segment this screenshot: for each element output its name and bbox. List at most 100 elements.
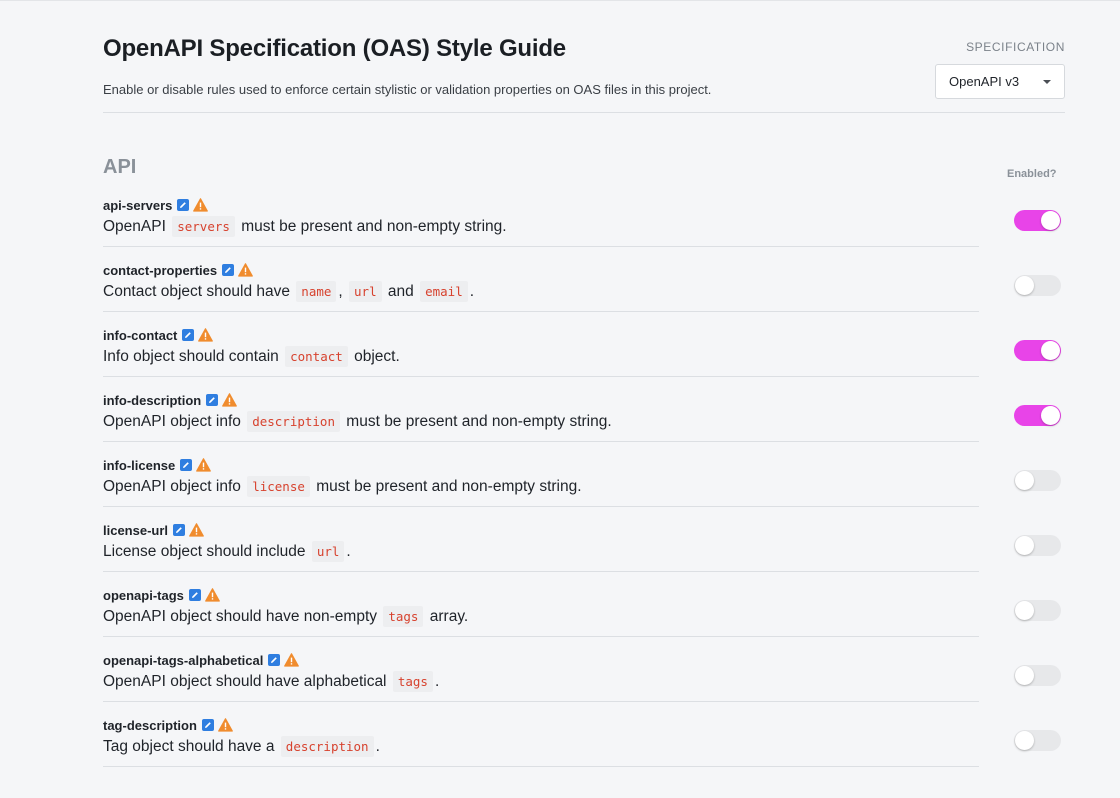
code-snippet: contact [285,346,348,367]
code-snippet: tags [383,606,424,627]
toggle-knob [1015,731,1034,750]
rule-description: OpenAPI object info description must be … [103,411,612,432]
enabled-toggle[interactable] [1014,535,1061,556]
enabled-toggle[interactable] [1014,470,1061,491]
page-header: OpenAPI Specification (OAS) Style Guide … [103,34,1065,113]
rule-row-license-url: license-url License object should include… [103,507,1065,572]
rule-name: info-contact [103,327,178,343]
rule-header: license-url [103,522,204,538]
warning-icon [205,588,220,602]
rule-description: Info object should contain contact objec… [103,346,400,367]
rule-row-openapi-tags-alphabetical: openapi-tags-alphabetical OpenAPI object … [103,637,1065,702]
enabled-toggle[interactable] [1014,275,1061,296]
style-guide-page: OpenAPI Specification (OAS) Style Guide … [0,0,1120,798]
rule-description: License object should include url. [103,541,351,562]
edit-icon[interactable] [182,329,195,341]
toggle-knob [1015,666,1034,685]
enabled-toggle[interactable] [1014,340,1061,361]
code-snippet: description [247,411,340,432]
toggle-knob [1015,276,1034,295]
rule-row-openapi-tags: openapi-tags OpenAPI object should have n… [103,572,1065,637]
rule-header: tag-description [103,717,233,733]
description-text: . [346,543,351,560]
enabled-toggle[interactable] [1014,405,1061,426]
rule-header: api-servers [103,197,209,213]
toggle-knob [1041,406,1060,425]
rule-header: openapi-tags-alphabetical [103,652,300,668]
rule-name: openapi-tags-alphabetical [103,652,264,668]
rule-header: info-license [103,457,212,473]
enabled-toggle[interactable] [1014,665,1061,686]
specification-select[interactable]: OpenAPI v3 [935,64,1065,99]
description-text: must be present and non-empty string. [241,218,507,235]
description-text: OpenAPI [103,218,166,235]
description-text: OpenAPI object info [103,413,241,430]
edit-icon[interactable] [268,654,281,666]
description-text: . [375,738,380,755]
rule-name: info-license [103,457,176,473]
page-subtitle: Enable or disable rules used to enforce … [103,82,712,97]
description-text: License object should include [103,543,306,560]
toggle-knob [1015,471,1034,490]
rule-description: OpenAPI servers must be present and non-… [103,216,507,237]
edit-icon[interactable] [180,459,193,471]
code-snippet: url [349,281,382,302]
rule-list: api-servers OpenAPI servers must be prese… [103,182,1065,767]
description-text: object. [354,348,400,365]
code-snippet: license [247,476,310,497]
code-snippet: url [311,541,345,562]
rule-header: info-description [103,392,238,408]
description-text: OpenAPI object should have non-empty [103,608,378,625]
rule-header: info-contact [103,327,214,343]
edit-icon[interactable] [188,589,201,601]
rule-description: OpenAPI object should have non-empty tag… [103,606,468,627]
rule-name: license-url [103,522,169,538]
rule-name: tag-description [103,717,197,733]
toggle-knob [1041,341,1060,360]
rule-row-info-license: info-license OpenAPI object info license … [103,442,1065,507]
description-text: and [387,283,414,300]
enabled-toggle[interactable] [1014,210,1061,231]
specification-label: SPECIFICATION [966,40,1065,54]
description-text: Contact object should have [103,283,290,300]
warning-icon [193,198,209,212]
rule-row-contact-properties: contact-properties Contact object should … [103,247,1065,312]
enabled-toggle[interactable] [1014,730,1061,751]
code-snippet: name [296,281,337,302]
toggle-knob [1041,211,1060,230]
rule-name: openapi-tags [103,587,184,603]
rule-description: Tag object should have a description. [103,736,380,757]
code-snippet: description [280,736,374,757]
edit-icon[interactable] [206,394,219,406]
warning-icon [284,653,300,667]
enabled-column-label: Enabled? [1007,168,1057,180]
rule-description: Contact object should have name, url and… [103,281,475,302]
rule-description: OpenAPI object should have alphabetical … [103,671,440,692]
rule-header: openapi-tags [103,587,220,603]
description-text: OpenAPI object info [103,478,241,495]
rule-row-info-description: info-description OpenAPI object info desc… [103,377,1065,442]
edit-icon[interactable] [201,719,214,731]
rule-name: info-description [103,392,202,408]
warning-icon [189,523,204,537]
row-divider [103,766,979,767]
description-text: . [469,283,475,300]
description-text: Tag object should have a [103,738,275,755]
warning-icon [222,393,238,407]
edit-icon[interactable] [177,199,190,211]
description-text: Info object should contain [103,348,279,365]
specification-selected-value: OpenAPI v3 [949,74,1020,89]
description-text: must be present and non-empty string. [316,478,582,495]
code-snippet: tags [392,671,433,692]
rule-name: contact-properties [103,262,218,278]
rule-row-tag-description: tag-description Tag object should have a … [103,702,1065,767]
rule-row-api-servers: api-servers OpenAPI servers must be prese… [103,182,1065,247]
edit-icon[interactable] [173,524,186,536]
code-snippet: email [420,281,468,302]
enabled-toggle[interactable] [1014,600,1061,621]
edit-icon[interactable] [222,264,235,276]
top-border [0,0,1120,1]
description-text: . [434,673,440,690]
warning-icon [238,263,254,277]
warning-icon [196,458,212,472]
